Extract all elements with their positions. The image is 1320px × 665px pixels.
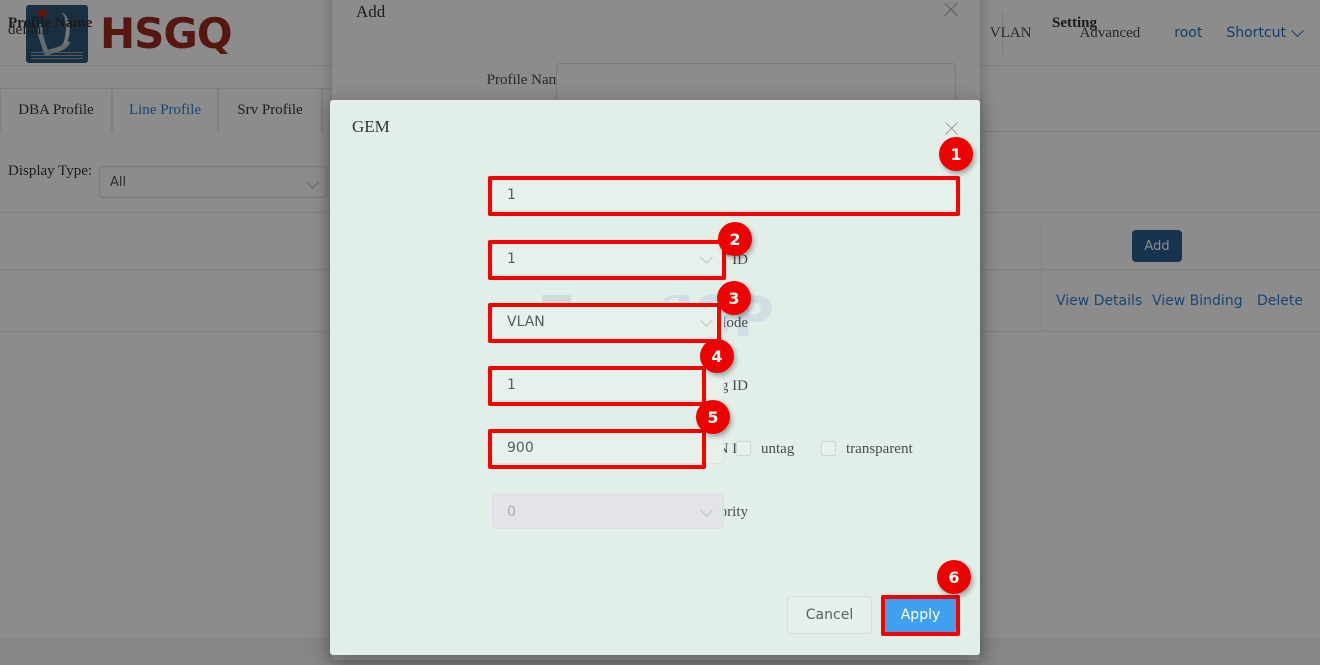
annotation-badge-2: 2 xyxy=(718,222,752,256)
annotation-badge-1: 1 xyxy=(939,137,973,171)
vlan-priority-value: 0 xyxy=(507,504,516,520)
untag-checkbox[interactable] xyxy=(736,441,751,456)
tcont-id-select[interactable]: 1 xyxy=(492,242,724,275)
transparent-checkbox[interactable] xyxy=(821,441,836,456)
annotation-badge-5: 5 xyxy=(696,400,730,434)
chevron-down-icon xyxy=(700,504,713,517)
gem-dialog-title: GEM xyxy=(352,117,390,137)
gem-dialog: ForoISP GEM Gemport ID 1 T-CONT ID 1 Mod… xyxy=(330,100,980,655)
chevron-down-icon xyxy=(700,314,713,327)
tcont-id-value: 1 xyxy=(507,251,516,267)
mode-value: VLAN xyxy=(507,314,545,330)
vlan-priority-select: 0 xyxy=(492,494,724,529)
apply-button[interactable]: Apply xyxy=(885,596,956,634)
annotation-badge-3: 3 xyxy=(717,281,751,315)
mapping-id-value: 1 xyxy=(507,377,516,393)
mode-select[interactable]: VLAN xyxy=(492,305,724,338)
chevron-down-icon xyxy=(700,251,713,264)
transparent-label: transparent xyxy=(846,441,913,458)
gemport-id-input[interactable]: 1 xyxy=(492,178,956,211)
annotation-badge-4: 4 xyxy=(700,339,734,373)
vlan-id-value: 900 xyxy=(507,440,534,456)
close-icon[interactable] xyxy=(943,119,960,136)
vlan-id-input[interactable]: 900 xyxy=(492,431,724,464)
annotation-badge-6: 6 xyxy=(937,560,971,594)
cancel-button[interactable]: Cancel xyxy=(787,596,872,634)
mapping-id-input[interactable]: 1 xyxy=(492,368,724,401)
gemport-id-value: 1 xyxy=(507,187,516,203)
untag-label: untag xyxy=(761,441,794,458)
